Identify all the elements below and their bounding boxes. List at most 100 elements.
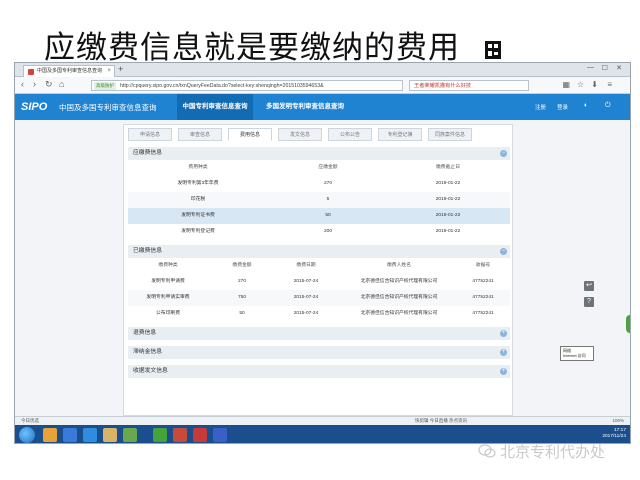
- status-left-text[interactable]: 今日优选: [21, 417, 39, 425]
- payer-name: 北京德佳信合知识产权代理有限公司: [360, 311, 438, 316]
- receipt-number: 47752241: [472, 295, 494, 300]
- collapse-icon[interactable]: −: [500, 150, 507, 157]
- login-link[interactable]: 登录: [557, 103, 568, 111]
- payment-date: 2015-07-24: [293, 311, 319, 316]
- home-icon[interactable]: ⌂: [59, 79, 64, 89]
- explorer-icon[interactable]: [43, 428, 57, 442]
- site-name: 中国及多国专利审查信息查询: [59, 103, 157, 112]
- fee-type: 发明专利第3年年费: [177, 181, 219, 186]
- fee-amount: 200: [323, 229, 332, 234]
- late-fee-title: 滞纳金信息: [133, 349, 162, 355]
- tooltip-line-2: Internet 访问: [563, 353, 586, 358]
- slide-title: 应缴费信息就是要缴纳的费用: [44, 30, 460, 66]
- close-tab-icon[interactable]: ×: [107, 66, 111, 77]
- nav-multi-country-query[interactable]: 多国发明专利审查信息查询: [257, 94, 353, 120]
- back-icon[interactable]: ‹: [21, 79, 24, 89]
- app-icon[interactable]: [123, 428, 137, 442]
- payment-date: 2015-07-24: [293, 279, 319, 284]
- payer-name: 北京德佳信合知识产权代理有限公司: [360, 279, 438, 284]
- download-icon[interactable]: ⬇: [591, 80, 598, 89]
- paid-fees-header[interactable]: 已缴费信息 −: [128, 245, 510, 258]
- table-row: 发明专利第3年年费 270 2018-01-22: [128, 176, 510, 192]
- collapse-icon[interactable]: −: [500, 248, 507, 255]
- table-row: 公布印刷费 50 2015-07-24 北京德佳信合知识产权代理有限公司 477…: [128, 306, 510, 322]
- nav-china-patent-query[interactable]: 中国专利审查信息查询: [177, 94, 253, 120]
- browser-search-input[interactable]: 王者荣耀凯撒有什么好技: [409, 80, 529, 91]
- fee-amount: 750: [237, 295, 246, 300]
- fee-deadline: 2018-01-22: [435, 229, 461, 234]
- fee-type: 发明专利申请实审费: [146, 295, 190, 300]
- url-input[interactable]: 高级防护 http://cpquery.sipo.gov.cn/txnQuery…: [91, 80, 403, 91]
- refund-section-header[interactable]: 退费信息 +: [128, 327, 510, 340]
- column-header: 缴费人姓名: [387, 263, 411, 268]
- browser-window: 中国及多国专利审查信息查询 × + — ☐ ✕ ‹ › ↻ ⌂ 高级防护 htt…: [14, 62, 631, 444]
- word-icon[interactable]: [213, 428, 227, 442]
- star-icon[interactable]: ☆: [577, 80, 584, 89]
- register-link[interactable]: 注册: [535, 103, 546, 111]
- maximize-icon[interactable]: ☐: [602, 64, 608, 72]
- table-row: 发明专利申请费 270 2015-07-24 北京德佳信合知识产权代理有限公司 …: [128, 274, 510, 290]
- browser-tab[interactable]: 中国及多国专利审查信息查询 ×: [23, 65, 115, 77]
- fee-amount: 50: [325, 213, 331, 218]
- fee-type: 印花税: [190, 197, 206, 202]
- late-fee-section-header[interactable]: 滞纳金信息 +: [128, 346, 510, 359]
- close-window-icon[interactable]: ✕: [616, 64, 622, 72]
- start-button[interactable]: [19, 427, 35, 443]
- site-header: SIPO 中国及多国专利审查信息查询 中国专利审查信息查询 多国发明专利审查信息…: [15, 94, 630, 120]
- media-icon[interactable]: [63, 428, 77, 442]
- column-header: 应缴金额: [318, 165, 338, 170]
- powerpoint-icon[interactable]: [193, 428, 207, 442]
- fee-deadline: 2018-01-22: [435, 213, 461, 218]
- document-icon[interactable]: [173, 428, 187, 442]
- expand-icon[interactable]: +: [500, 330, 507, 337]
- expand-icon[interactable]: +: [500, 368, 507, 375]
- address-bar-row: ‹ › ↻ ⌂ 高级防护 http://cpquery.sipo.gov.cn/…: [15, 77, 630, 94]
- system-clock[interactable]: 17:17 2017/11/24: [602, 428, 626, 440]
- back-return-icon[interactable]: ↩: [584, 281, 594, 291]
- sipo-logo[interactable]: SIPO: [21, 101, 47, 113]
- table-row: 发明专利申请实审费 750 2015-07-24 北京德佳信合知识产权代理有限公…: [128, 290, 510, 306]
- tab-fee-info[interactable]: 费用信息: [228, 128, 272, 141]
- paid-fees-title: 已缴费信息: [133, 248, 162, 254]
- browser-taskbar-icon[interactable]: [153, 428, 167, 442]
- fee-type: 发明专利申请费: [151, 279, 185, 284]
- expand-icon[interactable]: +: [500, 349, 507, 356]
- tab-dispatch-info[interactable]: 发文信息: [278, 128, 322, 141]
- refund-title: 退费信息: [133, 330, 157, 336]
- power-icon[interactable]: ⏻: [605, 102, 611, 110]
- status-right-text[interactable]: 快剪辑 今日直播 热点资讯: [415, 417, 467, 425]
- browser-status-bar: 今日优选 快剪辑 今日直播 热点资讯 100%: [15, 416, 630, 425]
- table-row: 发明专利登记费 200 2018-01-22: [128, 224, 510, 240]
- fee-type: 发明专利证书费: [181, 213, 215, 218]
- tab-family-cases[interactable]: 同族案件信息: [428, 128, 472, 141]
- browser-tab-bar: 中国及多国专利审查信息查询 × + — ☐ ✕: [15, 63, 630, 77]
- refresh-icon[interactable]: ↻: [45, 79, 53, 90]
- forward-icon[interactable]: ›: [33, 79, 36, 89]
- browser-tab-title: 中国及多国专利审查信息查询: [37, 68, 103, 74]
- tab-publication[interactable]: 公布公告: [328, 128, 372, 141]
- help-icon[interactable]: ?: [584, 297, 594, 307]
- ie-icon[interactable]: [83, 428, 97, 442]
- tab-patent-register[interactable]: 专利登记簿: [378, 128, 422, 141]
- folder-icon[interactable]: [103, 428, 117, 442]
- menu-icon[interactable]: ≡: [607, 80, 612, 89]
- url-text: http://cpquery.sipo.gov.cn/txnQueryFeeDa…: [120, 83, 324, 89]
- fee-amount: 270: [237, 279, 246, 284]
- column-header: 收据号: [475, 263, 491, 268]
- fee-amount: 270: [323, 181, 332, 186]
- zoom-level[interactable]: 100%: [612, 417, 624, 425]
- clock-date: 2017/11/24: [602, 434, 626, 439]
- receipt-number: 47752241: [472, 279, 494, 284]
- side-sync-tab[interactable]: [626, 315, 630, 333]
- fee-info-panel: 申请信息 审查信息 费用信息 发文信息 公布公告 专利登记簿 同族案件信息 应缴…: [123, 124, 513, 416]
- tab-application-info[interactable]: 申请信息: [128, 128, 172, 141]
- due-fees-header[interactable]: 应缴费信息 −: [128, 147, 510, 160]
- minimize-icon[interactable]: —: [587, 64, 594, 71]
- extension-icon[interactable]: ▦: [562, 80, 570, 89]
- language-icon[interactable]: ◐: [584, 102, 588, 109]
- column-header: 缴费日期: [296, 263, 316, 268]
- network-tooltip: 网络 Internet 访问: [560, 346, 594, 361]
- tab-examination-info[interactable]: 审查信息: [178, 128, 222, 141]
- new-tab-button[interactable]: +: [118, 64, 123, 74]
- receipt-docs-section-header[interactable]: 收据发文信息 +: [128, 365, 510, 378]
